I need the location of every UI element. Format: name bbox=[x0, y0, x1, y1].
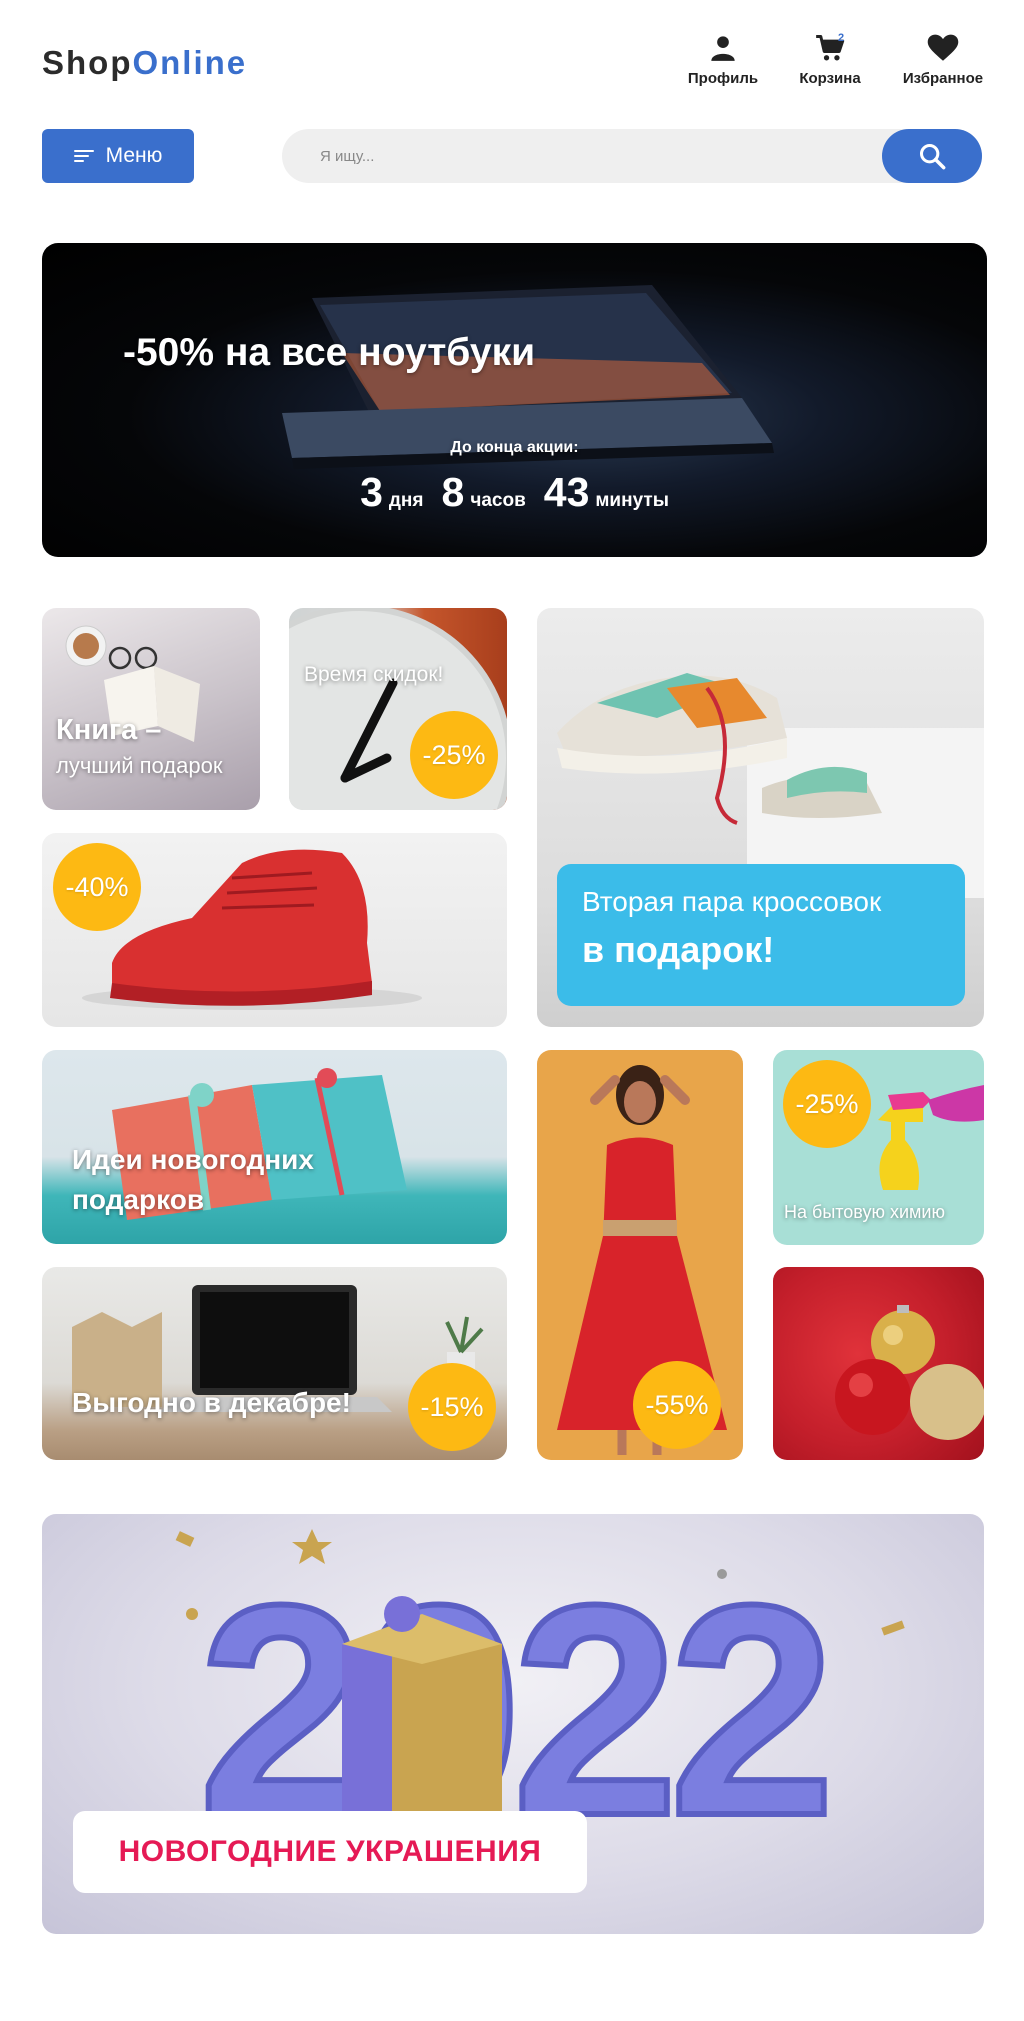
hero-banner[interactable]: -50% на все ноутбуки До конца акции: 3 дн… bbox=[42, 243, 987, 557]
countdown: 3 дня 8 часов 43 минуты bbox=[42, 469, 987, 516]
search-bar bbox=[282, 129, 982, 183]
logo-shop: Shop bbox=[42, 44, 133, 81]
menu-label: Меню bbox=[105, 144, 163, 167]
ornaments-image bbox=[835, 1305, 984, 1440]
book-tile[interactable]: Книга – лучший подарок bbox=[42, 608, 260, 810]
search-button[interactable] bbox=[882, 129, 982, 183]
countdown-minutes-unit: минуты bbox=[595, 490, 669, 511]
profile-link[interactable]: Профиль bbox=[673, 34, 773, 87]
menu-button[interactable]: Меню bbox=[42, 129, 194, 183]
hero-title: -50% на все ноутбуки bbox=[123, 331, 536, 374]
dress-tile[interactable]: -55% bbox=[537, 1050, 743, 1460]
logo[interactable]: ShopOnline bbox=[42, 44, 247, 82]
countdown-days-unit: дня bbox=[388, 490, 424, 511]
gift-ideas-line2: подарков bbox=[72, 1184, 205, 1215]
countdown-hours-unit: часов bbox=[470, 490, 526, 511]
december-deals-label: Выгодно в декабре! bbox=[72, 1387, 351, 1418]
ornaments-tile[interactable] bbox=[773, 1267, 984, 1460]
cart-link[interactable]: 2 Корзина bbox=[780, 32, 880, 87]
clock-label: Время скидок! bbox=[304, 663, 444, 686]
favorites-label: Избранное bbox=[902, 70, 984, 87]
red-sneaker-tile[interactable]: -40% bbox=[42, 833, 507, 1027]
heart-icon bbox=[927, 34, 959, 61]
hero-subtitle: До конца акции: bbox=[450, 439, 579, 456]
search-input[interactable] bbox=[320, 129, 880, 183]
new-year-decorations-tile[interactable]: 2022 НОВОГОДНИЕ УКРАШЕНИЯ bbox=[42, 1514, 984, 1934]
gift-ideas-tile[interactable]: Идеи новогодних подарков bbox=[42, 1050, 507, 1244]
household-discount-badge: -25% bbox=[783, 1060, 871, 1148]
favorites-link[interactable]: Избранное bbox=[893, 34, 993, 87]
red-sneaker-discount-badge: -40% bbox=[53, 843, 141, 931]
sneakers-promo-box: Вторая пара кроссовок в подарок! bbox=[557, 864, 965, 1006]
countdown-days: 3 bbox=[360, 469, 383, 515]
book-title: Книга – bbox=[56, 714, 162, 746]
sneakers-promo-tile[interactable]: Вторая пара кроссовок в подарок! bbox=[537, 608, 984, 1027]
sneakers-promo-line1: Вторая пара кроссовок bbox=[582, 886, 882, 917]
household-chemicals-tile[interactable]: -25% На бытовую химию bbox=[773, 1050, 984, 1245]
gift-ideas-line1: Идеи новогодних bbox=[72, 1144, 314, 1175]
countdown-minutes: 43 bbox=[543, 469, 590, 515]
cart-label: Корзина bbox=[799, 70, 861, 87]
search-icon bbox=[919, 143, 946, 170]
logo-online: Online bbox=[132, 44, 248, 81]
sneakers-promo-line2: в подарок! bbox=[582, 929, 775, 970]
dress-discount-badge: -55% bbox=[633, 1361, 721, 1449]
december-deals-tile[interactable]: Выгодно в декабре! -15% bbox=[42, 1267, 507, 1460]
book-subtitle: лучший подарок bbox=[56, 753, 223, 778]
gift-ideas-label: Идеи новогодних подарков bbox=[72, 1140, 314, 1220]
countdown-hours: 8 bbox=[441, 469, 465, 515]
new-year-decorations-label: НОВОГОДНИЕ УКРАШЕНИЯ bbox=[73, 1811, 587, 1893]
menu-lines-icon bbox=[73, 147, 94, 165]
clock-discount-badge: -25% bbox=[410, 711, 498, 799]
household-label: На бытовую химию bbox=[784, 1202, 945, 1222]
december-deals-discount-badge: -15% bbox=[408, 1363, 496, 1451]
book-image bbox=[65, 625, 200, 742]
profile-label: Профиль bbox=[687, 70, 759, 87]
user-icon bbox=[711, 36, 735, 61]
cart-count-badge: 2 bbox=[838, 32, 845, 44]
clock-tile[interactable]: Время скидок! -25% bbox=[289, 608, 507, 810]
